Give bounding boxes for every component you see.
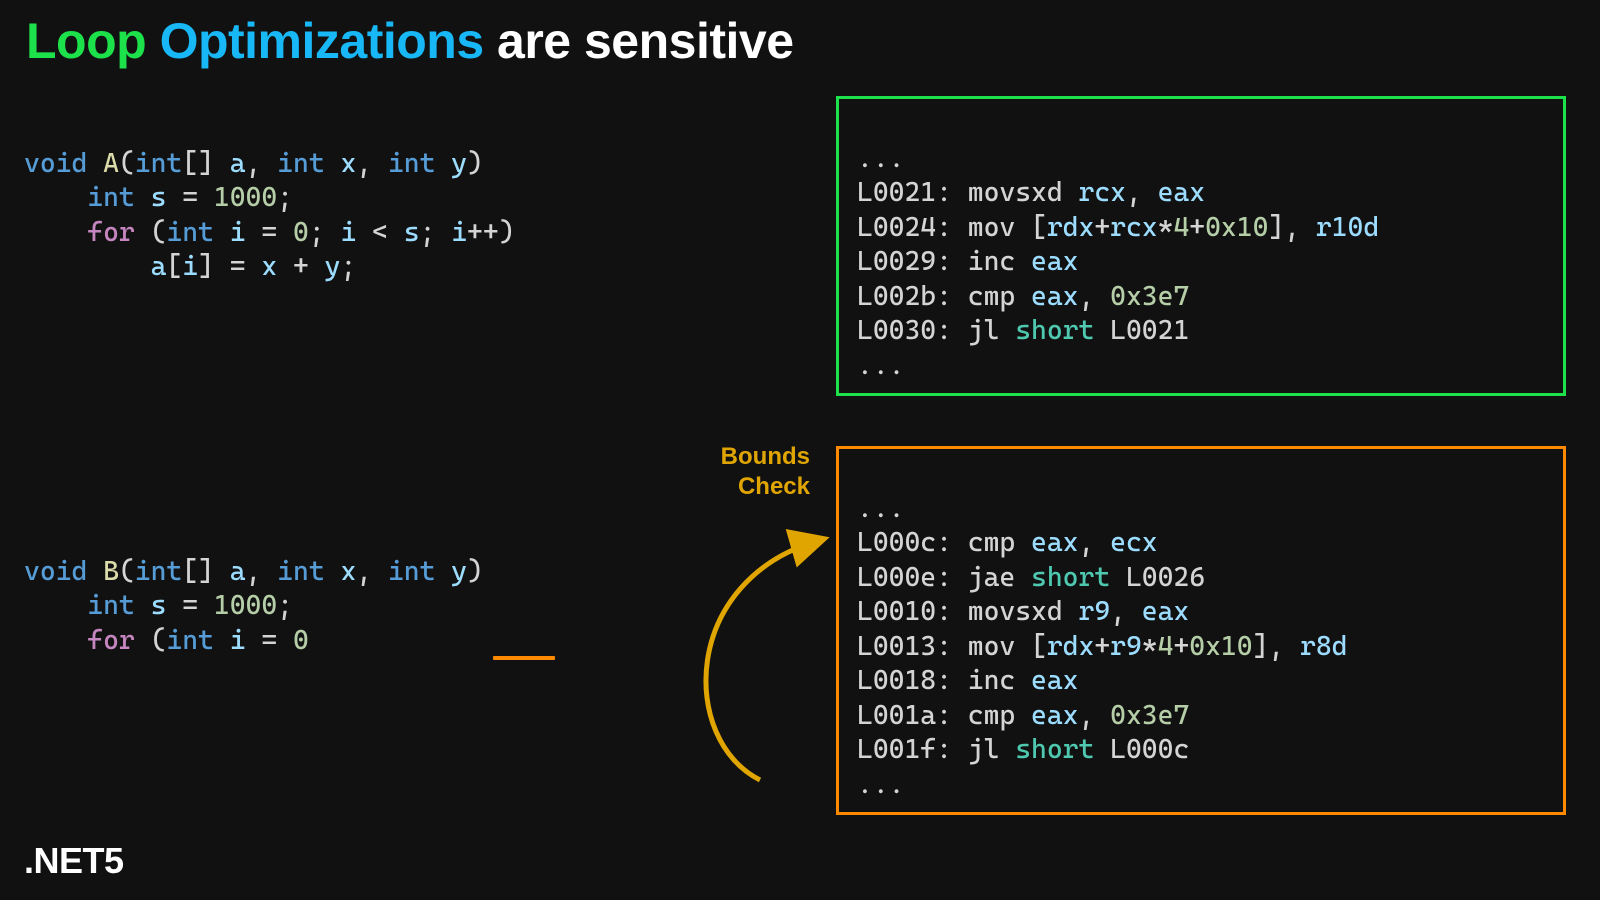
bounds-line1: Bounds [710,442,810,472]
slide-title: Loop Optimizations are sensitive [26,12,794,70]
title-word-optimizations: Optimizations [160,13,484,69]
title-word-loop: Loop [26,13,160,69]
highlight-underline [493,656,555,660]
bounds-line2: Check [710,472,810,502]
asm-block-a: ... L0021: movsxd rcx, eax L0024: mov [r… [836,96,1566,396]
footer-label: .NET5 [24,840,124,882]
code-block-b: void B(int[] a, int x, int y) int s = 10… [24,520,483,658]
title-words-rest: are sensitive [484,13,794,69]
bounds-check-label: Bounds Check [710,442,810,502]
code-block-a: void A(int[] a, int x, int y) int s = 10… [24,112,515,285]
arrow-icon [660,500,860,820]
asm-block-b: ... L000c: cmp eax, ecx L000e: jae short… [836,446,1566,815]
